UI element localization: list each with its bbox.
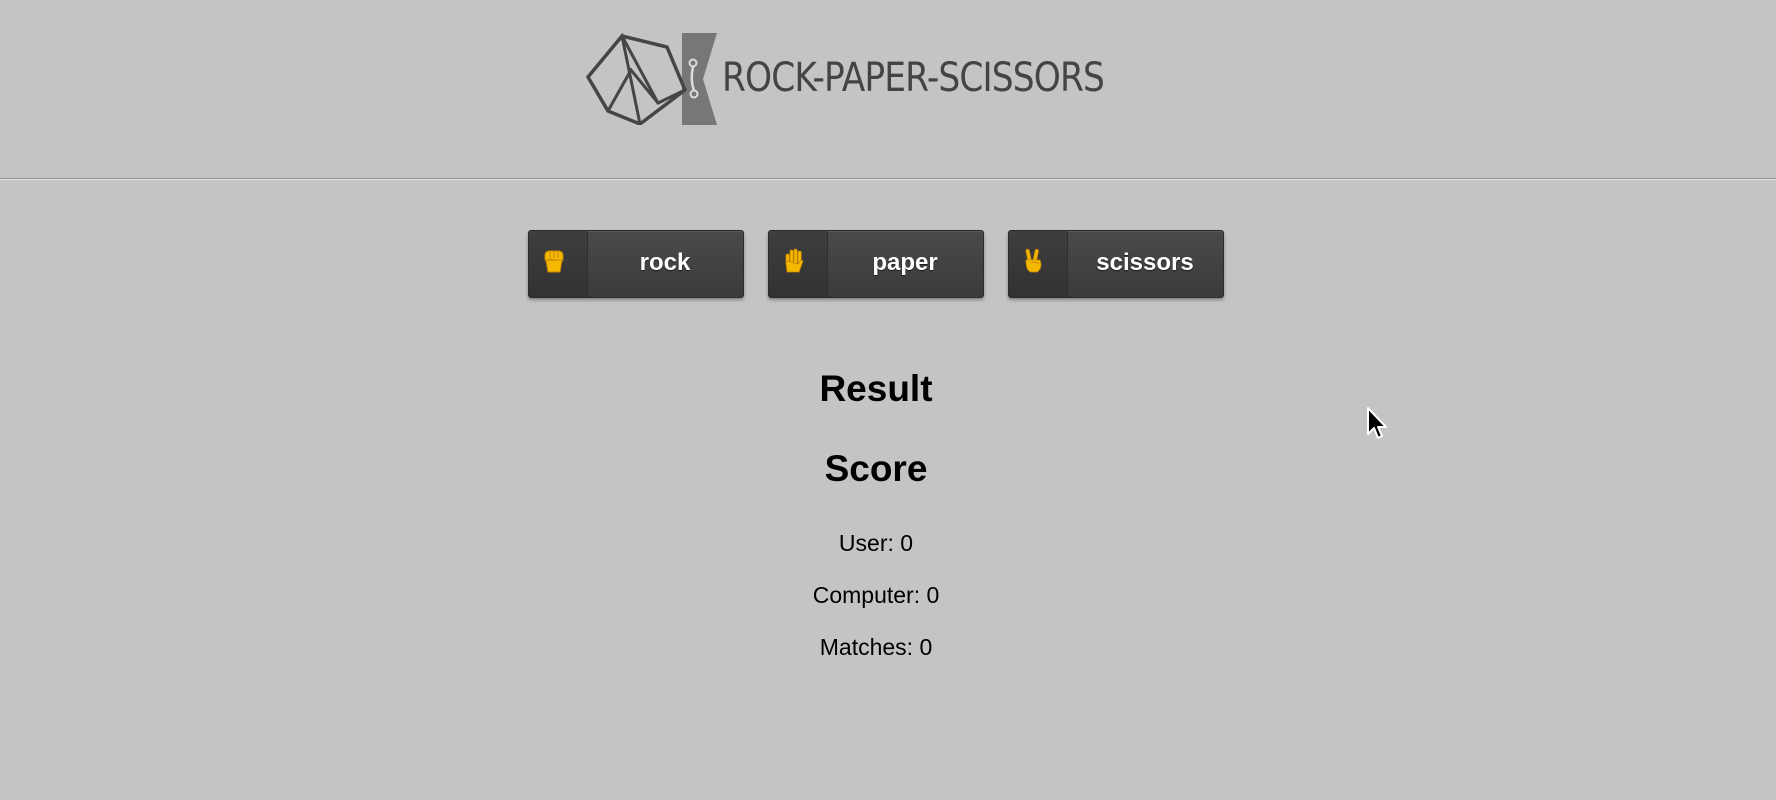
geometric-rock-scissors-logo-icon [586, 33, 717, 125]
scissors-icon-box [1009, 231, 1068, 297]
logo-text: ROCK-PAPER-SCISSORS [722, 55, 1105, 101]
paper-icon-box [769, 231, 828, 297]
paper-button[interactable]: paper [768, 230, 984, 298]
paper-button-label: paper [872, 249, 938, 276]
raised-fist-icon [544, 250, 564, 273]
header: ROCK-PAPER-SCISSORS [0, 0, 1776, 178]
rock-button[interactable]: rock [528, 230, 744, 298]
mouse-pointer-icon [1367, 407, 1387, 439]
victory-hand-icon [1025, 248, 1042, 273]
result-heading: Result [819, 368, 933, 409]
choice-buttons: rock paper scissors [528, 230, 1224, 298]
computer-score: Computer: 0 [812, 582, 940, 608]
rock-icon-box [529, 231, 588, 297]
header-divider [0, 178, 1776, 180]
score-heading: Score [824, 448, 928, 489]
rock-button-label: rock [639, 249, 691, 276]
scissors-button[interactable]: scissors [1008, 230, 1224, 298]
logo[interactable]: ROCK-PAPER-SCISSORS [586, 33, 1136, 125]
matches-count: Matches: 0 [819, 634, 933, 660]
page: ROCK-PAPER-SCISSORS rock paper scissors … [0, 0, 1776, 800]
scissors-button-label: scissors [1096, 249, 1194, 276]
raised-hand-icon [785, 248, 804, 273]
user-score: User: 0 [838, 530, 914, 556]
